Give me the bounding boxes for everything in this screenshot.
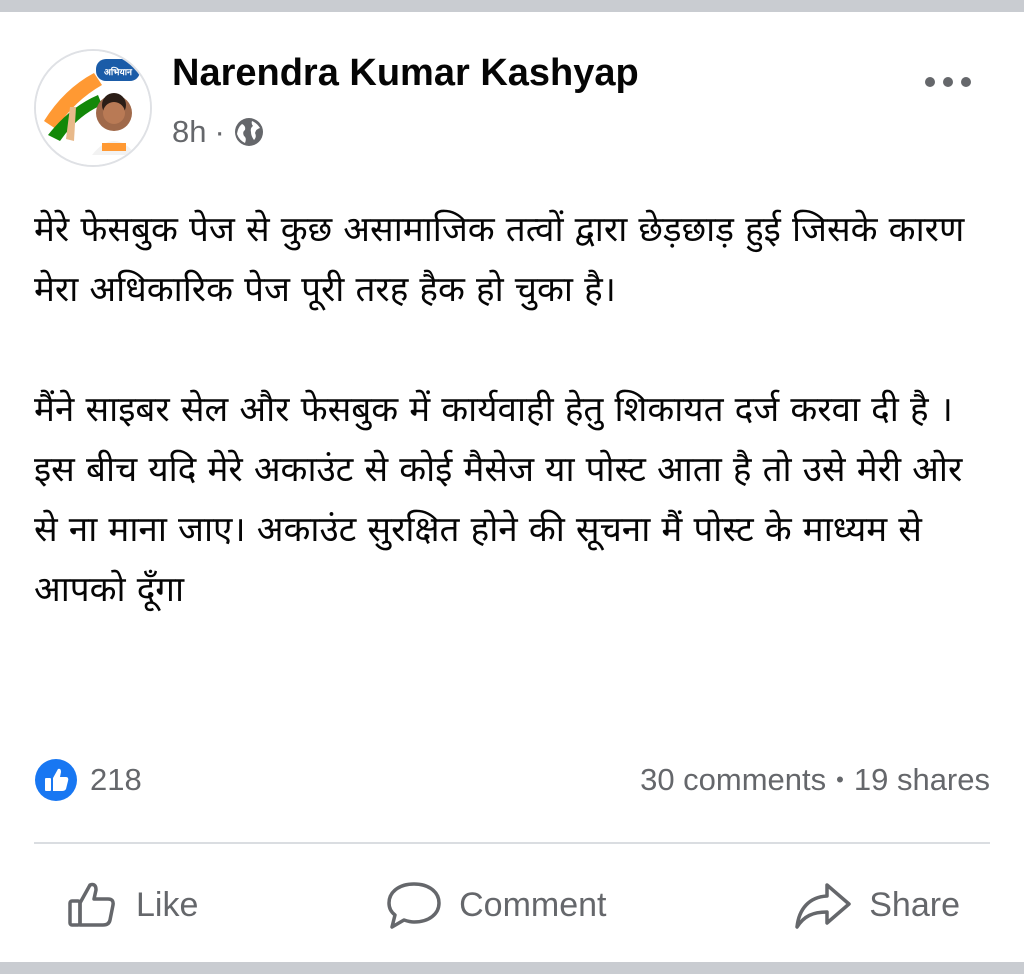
share-button[interactable]: Share [763,865,990,945]
post-header: अभियान Narendra Kumar Kashyap 8h · [0,12,1024,172]
post-actions-bar: Like Comment Share [34,850,990,960]
reactions-summary[interactable]: 218 [34,758,142,802]
shares-count-link[interactable]: 19 shares [854,762,990,798]
bottom-frame-strip [0,962,1024,974]
author-name[interactable]: Narendra Kumar Kashyap [172,52,639,95]
stats-separator: • [836,767,844,792]
like-label: Like [136,885,199,924]
post-paragraph: मेरे फेसबुक पेज से कुछ असामाजिक तत्वों द… [34,210,965,310]
comment-label: Comment [459,885,607,924]
more-options-icon [925,77,971,87]
avatar-banner-text: अभियान [104,66,133,78]
globe-icon [234,118,263,146]
post-timestamp[interactable]: 8h [172,114,206,150]
actions-divider [34,842,990,844]
engagement-counts: 30 comments • 19 shares [640,762,990,798]
comments-count-link[interactable]: 30 comments [640,762,826,798]
share-arrow-icon [795,883,851,929]
avatar[interactable]: अभियान [34,49,152,167]
thumbs-up-icon [68,882,115,927]
post-body: मेरे फेसबुक पेज से कुछ असामाजिक तत्वों द… [34,200,994,620]
avatar-image: अभियान [36,51,150,165]
like-button[interactable]: Like [34,865,228,945]
meta-separator: · [214,114,225,149]
more-options-button[interactable] [918,64,978,100]
comment-icon [387,882,441,929]
comment-button[interactable]: Comment [355,865,636,945]
like-reaction-icon [35,759,77,801]
post-stats-bar: 218 30 comments • 19 shares [34,752,990,808]
post-paragraph: मैंने साइबर सेल और फेसबुक में कार्यवाही … [34,390,963,610]
post-meta: 8h · [172,112,265,152]
share-label: Share [869,885,960,924]
reaction-count: 218 [90,762,142,797]
top-frame-strip [0,0,1024,12]
facebook-post-card: अभियान Narendra Kumar Kashyap 8h · मेरे … [0,0,1024,974]
